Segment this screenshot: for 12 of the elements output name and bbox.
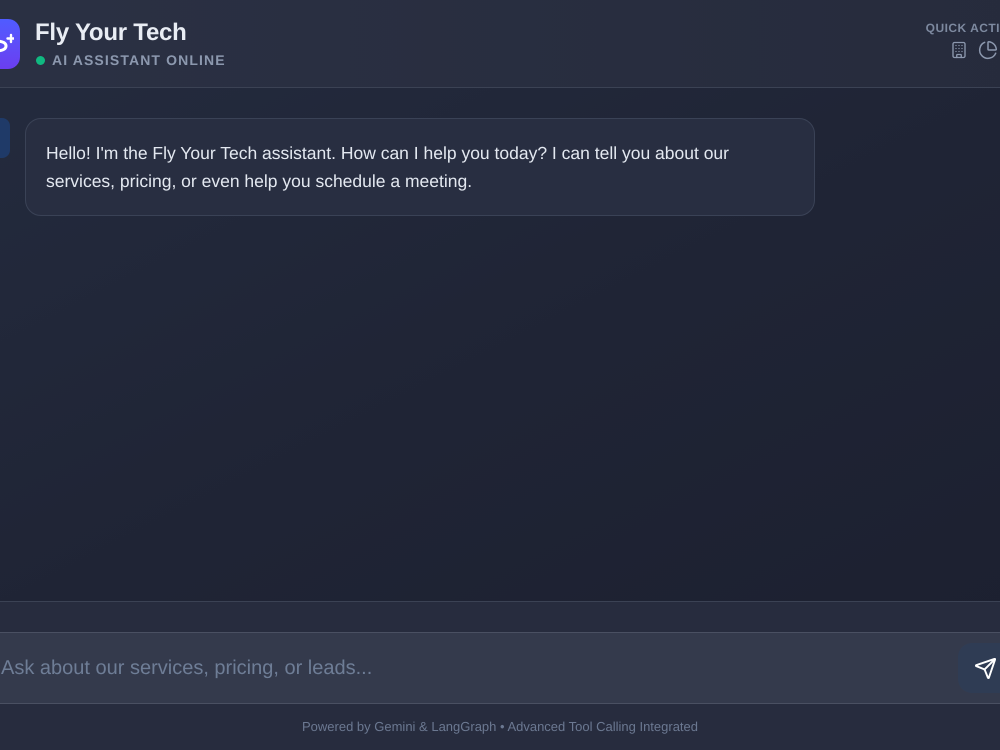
avatar-icon	[0, 118, 10, 158]
logo-icon	[0, 18, 20, 68]
app-title: Fly Your Tech	[35, 18, 188, 48]
send-icon	[974, 656, 997, 680]
message-text: Hello! I'm the Fly Your Tech assistant. How can I help you today? I can tell you about our services, pricing, or even help you schedule a meeting.	[46, 142, 730, 193]
status-label: AI ASSISTANT ONLINE	[52, 51, 226, 69]
footer-text: Powered by Gemini & LangGraph • Advanced Tool Calling Integrated	[302, 718, 698, 736]
message-input[interactable]: Ask about our services, pricing, or leads...	[0, 632, 1000, 704]
quick-actions-label: QUICK ACTI	[926, 20, 1000, 36]
building-icon[interactable]	[950, 40, 968, 60]
send-button[interactable]	[958, 643, 1000, 693]
pie-chart-icon[interactable]	[978, 40, 998, 60]
